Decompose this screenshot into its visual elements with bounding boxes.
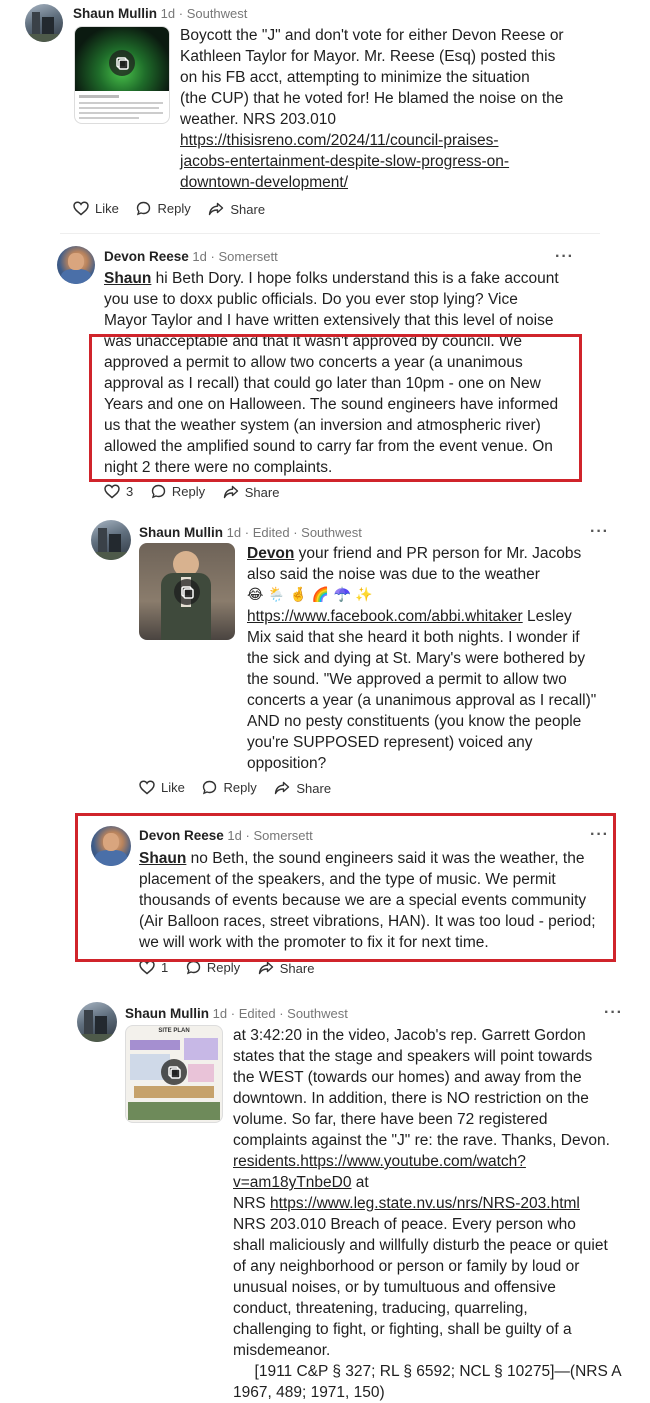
- heart-icon: [104, 484, 120, 499]
- edited-label: Edited: [238, 1006, 276, 1021]
- action-bar: 3 Reply Share: [104, 484, 293, 502]
- more-options-icon[interactable]: ···: [590, 523, 609, 541]
- share-icon: [223, 485, 238, 499]
- reply-icon: [186, 960, 201, 975]
- youtube-link[interactable]: residents.https://www.youtube.com/watch?: [233, 1151, 622, 1172]
- share-icon: [209, 202, 224, 216]
- reply-icon: [203, 780, 217, 795]
- mention-link[interactable]: Shaun: [104, 270, 151, 287]
- author-name[interactable]: Shaun Mullin: [139, 525, 223, 540]
- like-count: 1: [161, 960, 169, 975]
- like-button[interactable]: Like: [139, 780, 185, 795]
- reply-icon: [137, 201, 151, 216]
- heart-icon: [139, 960, 155, 975]
- action-bar: 1 Reply Share: [139, 960, 328, 978]
- author-name[interactable]: Shaun Mullin: [125, 1006, 209, 1021]
- share-button[interactable]: Share: [208, 202, 265, 217]
- post-body: Devon your friend and PR person for Mr. …: [247, 545, 597, 772]
- highlight-box: [75, 813, 616, 962]
- attached-image[interactable]: [139, 543, 235, 640]
- post-time: 1d: [160, 6, 176, 21]
- share-button[interactable]: Share: [258, 961, 314, 976]
- post-shaun-3: Shaun Mullin 1d · Edited · Southwest ···…: [0, 996, 650, 1401]
- post-meta: Devon Reese 1d · Somersett: [104, 249, 278, 264]
- nrs-link[interactable]: https://www.leg.state.nv.us/nrs/NRS-203.…: [270, 1195, 580, 1212]
- action-bar: Like Reply Share: [139, 780, 345, 798]
- avatar[interactable]: [77, 1002, 117, 1042]
- attached-image[interactable]: [74, 26, 170, 124]
- highlight-box: [89, 334, 582, 482]
- post-meta: Shaun Mullin 1d · Edited · Southwest: [139, 525, 362, 540]
- avatar[interactable]: [91, 520, 131, 560]
- more-options-icon[interactable]: ···: [604, 1004, 623, 1022]
- heart-icon: [139, 780, 155, 795]
- divider: [60, 233, 600, 234]
- avatar[interactable]: [25, 4, 63, 42]
- site-plan-title: SITE PLAN: [158, 1028, 190, 1034]
- share-button[interactable]: Share: [223, 485, 279, 500]
- post-meta: Shaun Mullin 1d · Edited · Southwest: [125, 1006, 348, 1021]
- avatar[interactable]: [57, 246, 95, 284]
- reply-button[interactable]: Reply: [202, 780, 257, 795]
- attached-image[interactable]: SITE PLAN: [125, 1025, 223, 1123]
- post-location: Southwest: [186, 6, 248, 21]
- post-meta: Shaun Mullin 1d · Southwest: [73, 6, 248, 21]
- action-bar: Like Reply Share: [73, 201, 279, 219]
- post-shaun-1: Shaun Mullin 1d · Southwest Boycott the …: [0, 0, 650, 225]
- reply-button[interactable]: Reply: [186, 960, 240, 975]
- reply-icon: [151, 484, 166, 499]
- media-icon: [161, 1059, 187, 1086]
- like-count: 3: [126, 484, 134, 499]
- more-options-icon[interactable]: ···: [555, 248, 574, 266]
- emoji-line: 😂 🌦️ 🤞 🌈 ☂️ ✨: [247, 587, 373, 603]
- edited-label: Edited: [252, 525, 290, 540]
- reply-button[interactable]: Reply: [151, 484, 205, 499]
- reply-button[interactable]: Reply: [136, 201, 191, 216]
- post-body: Boycott the "J" and don't vote for eithe…: [180, 27, 564, 191]
- share-button[interactable]: Share: [274, 781, 331, 796]
- post-body: at 3:42:20 in the video, Jacob's rep. Ga…: [233, 1027, 622, 1401]
- share-icon: [258, 961, 273, 975]
- post-shaun-2: Shaun Mullin 1d · Edited · Southwest ···…: [0, 515, 650, 805]
- facebook-link[interactable]: https://www.facebook.com/abbi.whitaker: [247, 608, 523, 625]
- like-button[interactable]: 3: [104, 484, 133, 499]
- author-name[interactable]: Devon Reese: [104, 249, 189, 264]
- article-link[interactable]: https://thisisreno.com/2024/11/council-p…: [180, 130, 564, 151]
- heart-icon: [73, 201, 89, 216]
- mention-link[interactable]: Devon: [247, 545, 294, 562]
- like-button[interactable]: Like: [73, 201, 119, 216]
- like-button[interactable]: 1: [139, 960, 168, 975]
- media-icon: [174, 578, 200, 605]
- author-name[interactable]: Shaun Mullin: [73, 6, 157, 21]
- share-icon: [275, 781, 290, 795]
